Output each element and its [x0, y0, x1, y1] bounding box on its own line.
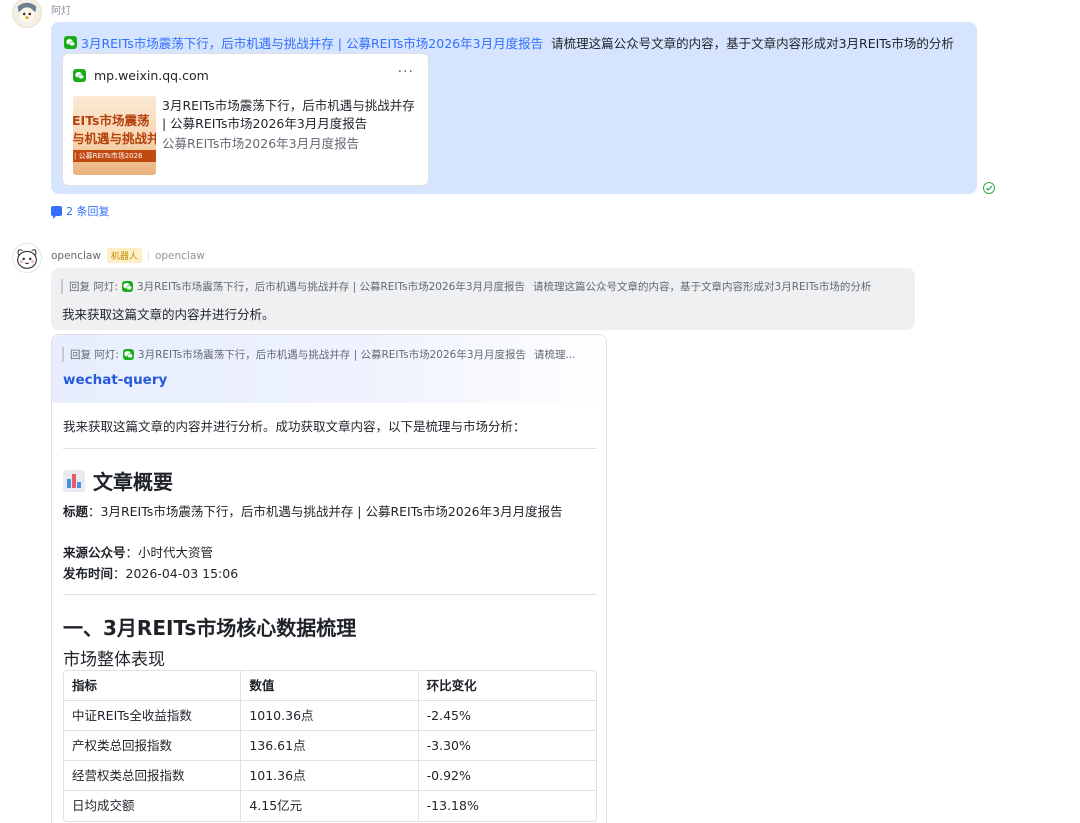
card-title[interactable]: 3月REITs市场震荡下行，后市机遇与挑战并存 | 公募REITs市场2026年… [162, 97, 418, 133]
link-preview-card[interactable]: mp.weixin.qq.com ··· EITs市场震荡 与机遇与挑战并 | … [62, 53, 429, 186]
read-check-icon [983, 182, 995, 194]
table-header-row: 指标 数值 环比变化 [64, 671, 596, 701]
reply-quote[interactable]: 回复 阿灯: 3月REITs市场震荡下行，后市机遇与挑战并存 | 公募REITs… [62, 347, 576, 362]
chat-view: 阿灯 3月REITs市场震荡下行，后市机遇与挑战并存 | 公募REITs市场20… [0, 0, 1080, 823]
overview-heading: 文章概要 [63, 466, 173, 495]
quote-prefix: 回复 阿灯: [70, 349, 119, 361]
wechat-icon [73, 69, 86, 82]
table-cell: -0.92% [426, 768, 471, 783]
card-title: wechat-query [63, 372, 168, 388]
card-source: mp.weixin.qq.com [73, 68, 209, 83]
bot-header: openclaw 机器人 openclaw [51, 248, 205, 263]
table-cell: 101.36点 [241, 761, 419, 790]
table-row: 中证REITs全收益指数 1010.36点 -2.45% [64, 701, 596, 731]
table-header: 数值 [241, 671, 419, 700]
user-message-bubble: 3月REITs市场震荡下行，后市机遇与挑战并存 | 公募REITs市场2026年… [51, 22, 977, 194]
message-text: 请梳理这篇公众号文章的内容，基于文章内容形成对3月REITs市场的分析 [551, 36, 954, 51]
divider [147, 250, 149, 261]
title-value: ：3月REITs市场震荡下行，后市机遇与挑战并存 | 公募REITs市场2026… [88, 504, 563, 519]
table-cell: -13.18% [426, 798, 479, 813]
table-cell: 136.61点 [241, 731, 419, 760]
table-row: 产权类总回报指数 136.61点 -3.30% [64, 731, 596, 761]
table-cell: 产权类总回报指数 [64, 731, 242, 760]
table-row: 经营权类总回报指数 101.36点 -0.92% [64, 761, 596, 791]
title-row: 标题：3月REITs市场震荡下行，后市机遇与挑战并存 | 公募REITs市场20… [63, 501, 563, 520]
bot-message-bubble: 回复 阿灯: 3月REITs市场震荡下行，后市机遇与挑战并存 | 公募REITs… [51, 268, 915, 330]
replies-link[interactable]: 2 条回复 [51, 203, 110, 219]
time-value: ：2026-04-03 15:06 [113, 566, 239, 581]
quote-link: 3月REITs市场震荡下行，后市机遇与挑战并存 | 公募REITs市场2026年… [136, 281, 526, 293]
table-header: 环比变化 [426, 678, 477, 693]
table-cell: 中证REITs全收益指数 [64, 701, 242, 730]
intro-text: 我来获取这篇文章的内容并进行分析。成功获取文章内容，以下是梳理与市场分析： [63, 419, 526, 434]
analysis-card: 回复 阿灯: 3月REITs市场震荡下行，后市机遇与挑战并存 | 公募REITs… [51, 334, 607, 823]
source-value: ：小时代大资管 [125, 545, 214, 560]
source-label: 来源公众号 [63, 545, 126, 560]
table-cell: -3.30% [426, 738, 471, 753]
card-description: 公募REITs市场2026年3月月度报告 [162, 136, 360, 151]
title-label: 标题 [63, 504, 89, 519]
source-row: 来源公众号：小时代大资管 [63, 542, 213, 561]
divider [63, 594, 597, 595]
bot-name[interactable]: openclaw [51, 250, 101, 262]
replies-count: 2 条回复 [66, 205, 110, 218]
table-cell: 经营权类总回报指数 [64, 761, 242, 790]
quote-prefix: 回复 阿灯: [69, 281, 118, 293]
table-cell: 日均成交额 [64, 791, 242, 821]
bot-tag: 机器人 [106, 248, 142, 263]
reply-bubble-icon [51, 206, 62, 219]
quote-text: 请梳理这篇公众号文章的内容，基于文章内容形成对3月REITs市场的分析 [533, 281, 872, 293]
time-label: 发布时间 [63, 566, 114, 581]
bot-message-text: 我来获取这篇文章的内容并进行分析。 [62, 307, 275, 322]
wechat-icon [121, 281, 133, 292]
divider [63, 448, 597, 449]
quote-text: 请梳理... [534, 349, 576, 361]
bot-avatar[interactable] [12, 243, 42, 273]
subsection-heading: 市场整体表现 [63, 650, 165, 670]
section-heading: 一、3月REITs市场核心数据梳理 [63, 616, 357, 640]
table-cell: 1010.36点 [241, 701, 419, 730]
wechat-icon [64, 36, 77, 49]
wechat-icon [122, 349, 134, 360]
table-row: 日均成交额 4.15亿元 -13.18% [64, 791, 596, 821]
market-table: 指标 数值 环比变化 中证REITs全收益指数 1010.36点 -2.45% … [63, 670, 597, 822]
sender-name[interactable]: 阿灯 [51, 2, 71, 17]
more-options-icon[interactable]: ··· [398, 64, 414, 80]
table-cell: -2.45% [426, 708, 471, 723]
reply-quote[interactable]: 回复 阿灯: 3月REITs市场震荡下行，后市机遇与挑战并存 | 公募REITs… [61, 279, 871, 294]
message-line: 3月REITs市场震荡下行，后市机遇与挑战并存 | 公募REITs市场2026年… [64, 33, 954, 52]
time-row: 发布时间：2026-04-03 15:06 [63, 563, 238, 582]
user-avatar[interactable] [12, 0, 42, 28]
bar-chart-icon [63, 469, 85, 492]
overview-heading-text: 文章概要 [93, 470, 173, 494]
thumbnail-text: 与机遇与挑战并 [73, 131, 156, 146]
quote-link: 3月REITs市场震荡下行，后市机遇与挑战并存 | 公募REITs市场2026年… [137, 349, 527, 361]
card-header: 回复 阿灯: 3月REITs市场震荡下行，后市机遇与挑战并存 | 公募REITs… [52, 335, 606, 403]
table-header: 指标 [64, 671, 242, 700]
thumbnail-text: | 公募REITs市场2026 [74, 152, 143, 160]
thumbnail-text: EITs市场震荡 [73, 113, 150, 128]
table-cell: 4.15亿元 [241, 791, 419, 821]
article-link[interactable]: 3月REITs市场震荡下行，后市机遇与挑战并存 | 公募REITs市场2026年… [81, 33, 543, 52]
article-thumbnail: EITs市场震荡 与机遇与挑战并 | 公募REITs市场2026 [73, 96, 156, 175]
bot-subtitle: openclaw [154, 249, 205, 262]
card-domain: mp.weixin.qq.com [94, 68, 209, 83]
